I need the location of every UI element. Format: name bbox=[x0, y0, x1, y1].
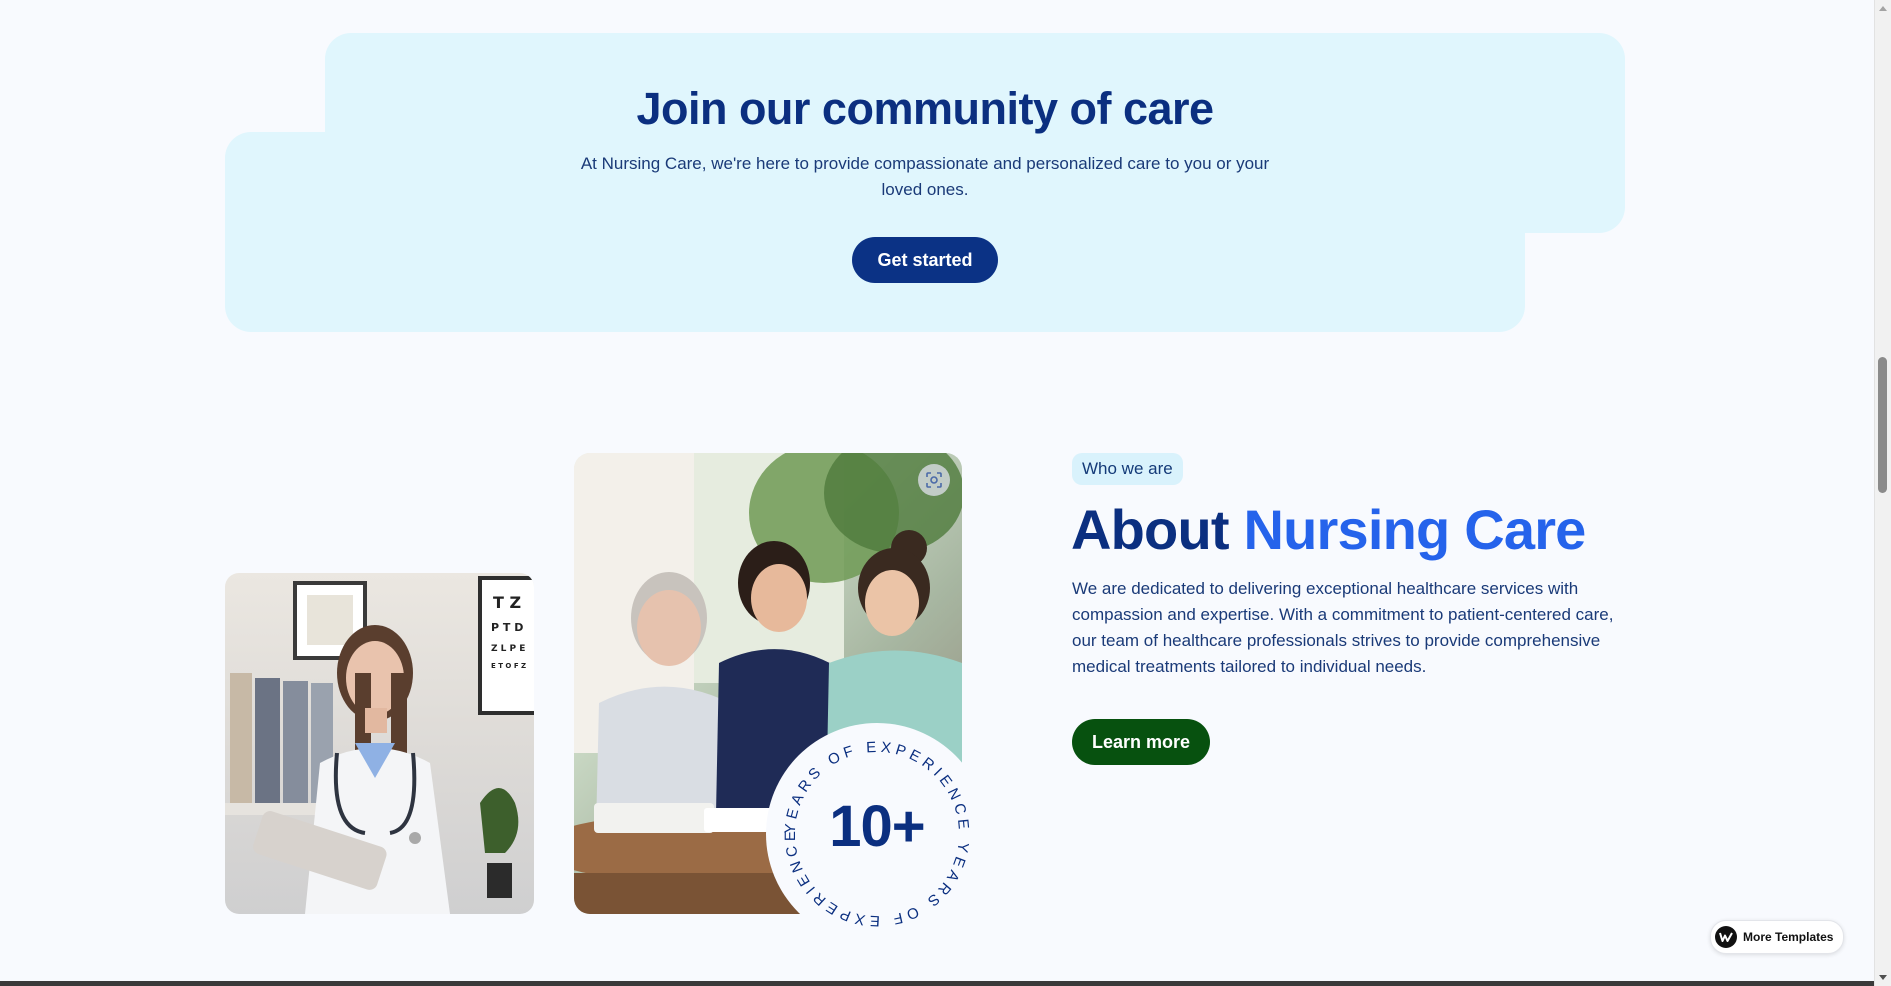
svg-text:Z L P E: Z L P E bbox=[491, 644, 525, 654]
vertical-scrollbar[interactable] bbox=[1874, 0, 1891, 986]
get-started-button[interactable]: Get started bbox=[852, 237, 998, 283]
more-templates-button[interactable]: More Templates bbox=[1710, 920, 1845, 954]
webflow-logo-icon bbox=[1715, 926, 1737, 948]
cta-section: Join our community of care At Nursing Ca… bbox=[0, 0, 1874, 340]
svg-text:T Z: T Z bbox=[493, 593, 521, 612]
scrollbar-thumb[interactable] bbox=[1878, 357, 1887, 493]
svg-text:E T O F Z: E T O F Z bbox=[491, 662, 526, 670]
about-title-accent: Nursing Care bbox=[1243, 498, 1586, 561]
cta-description: At Nursing Care, we're here to provide c… bbox=[580, 154, 1270, 199]
about-title: About Nursing Care bbox=[1071, 497, 1586, 562]
who-we-are-tag: Who we are bbox=[1072, 453, 1183, 485]
about-title-main: About bbox=[1071, 498, 1244, 561]
learn-more-button[interactable]: Learn more bbox=[1072, 719, 1211, 765]
window-bottom-edge bbox=[0, 981, 1874, 986]
nurse-photo: T Z P T D Z L P E E T O F Z bbox=[225, 573, 534, 914]
scroll-down-arrow-icon[interactable] bbox=[1879, 975, 1887, 980]
visual-search-icon[interactable] bbox=[918, 464, 950, 496]
cta-title: Join our community of care bbox=[636, 83, 1214, 134]
about-description: We are dedicated to delivering exception… bbox=[1072, 579, 1614, 676]
svg-text:P T D: P T D bbox=[491, 621, 523, 634]
page: Join our community of care At Nursing Ca… bbox=[0, 0, 1874, 986]
experience-years: 10+ bbox=[829, 794, 925, 859]
lens-icon-graphic bbox=[926, 472, 942, 488]
scroll-up-arrow-icon[interactable] bbox=[1879, 6, 1887, 11]
more-templates-label: More Templates bbox=[1743, 930, 1834, 944]
cta-content: Join our community of care At Nursing Ca… bbox=[225, 33, 1625, 333]
nurse-photo-illustration: T Z P T D Z L P E E T O F Z bbox=[225, 576, 534, 914]
